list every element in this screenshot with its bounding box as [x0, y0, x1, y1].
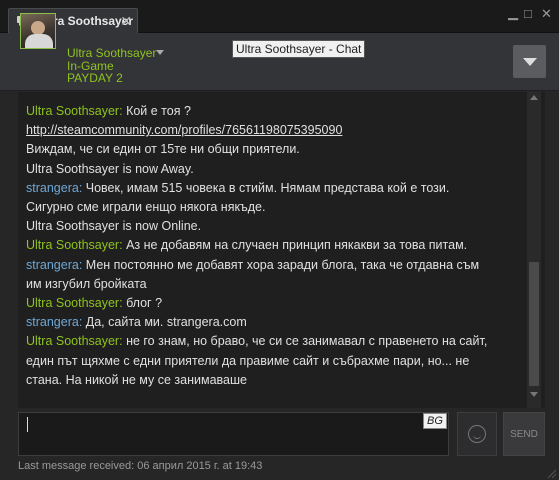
message-text: Сигурно сме играли енщо някога някъде.	[26, 200, 266, 215]
message-text: един път щяхме с едни приятели да правим…	[26, 353, 470, 368]
avatar[interactable]	[20, 13, 56, 49]
scroll-down-icon[interactable]	[530, 392, 538, 397]
chat-message: Ultra Soothsayer is now Online.	[26, 217, 526, 236]
chat-message: Ultra Soothsayer: Аз не добавям на случа…	[26, 236, 526, 255]
chat-menu-button[interactable]	[513, 45, 546, 78]
chat-message: Ultra Soothsayer: не го знам, но браво, …	[26, 332, 526, 351]
text-caret	[27, 417, 28, 432]
chat-message: strangera: Човек, имам 515 човека в стий…	[26, 179, 526, 198]
speaker-separator: :	[78, 180, 86, 195]
chat-log-panel: Ultra Soothsayer: Кой е тоя ? http://stea…	[18, 92, 545, 408]
message-speaker[interactable]: Ultra Soothsayer	[26, 238, 119, 252]
language-badge: BG	[423, 413, 447, 429]
message-text: не го знам, но браво, че си се занимавал…	[126, 334, 488, 349]
chat-message: стана. На никой не му се занимаваше	[26, 371, 526, 390]
scroll-up-icon[interactable]	[530, 95, 538, 100]
tab-close-icon[interactable]: ✕	[120, 14, 132, 28]
title-bar: Ultra Soothsayer ✕ ▁ □ ✕	[0, 0, 559, 33]
speaker-separator: :	[78, 315, 86, 330]
message-speaker[interactable]: strangera	[26, 181, 79, 195]
message-text: им изгубил бройката	[26, 276, 147, 291]
send-button[interactable]: SEND	[503, 412, 545, 456]
message-text: Да, сайта ми. strangera.com	[85, 315, 247, 330]
avatar-body	[25, 34, 53, 48]
message-text: Виждам, че си един от 15те ни общи прият…	[26, 142, 300, 157]
message-text: Мен постоянно ме добавят хора заради бло…	[85, 257, 480, 272]
chat-message: strangera: Да, сайта ми. strangera.com	[26, 313, 526, 332]
message-text: Кой е тоя ?	[126, 104, 191, 118]
friend-name[interactable]: Ultra Soothsayer	[67, 46, 156, 60]
message-input[interactable]	[18, 412, 449, 456]
chat-message: един път щяхме с едни приятели да правим…	[26, 352, 526, 371]
window-close-icon[interactable]: ✕	[541, 7, 552, 20]
friend-game: PAYDAY 2	[67, 71, 123, 85]
message-speaker[interactable]: Ultra Soothsayer	[26, 296, 119, 310]
chat-message: http://steamcommunity.com/profiles/76561…	[26, 121, 526, 140]
chat-message: Ultra Soothsayer: Кой е тоя ?	[26, 102, 526, 121]
message-text: Аз не добавям на случаен принцип някакви…	[126, 238, 468, 253]
chat-message: им изгубил бройката	[26, 275, 526, 294]
chat-message: Ultra Soothsayer: блог ?	[26, 294, 526, 313]
message-speaker[interactable]: strangera	[26, 315, 79, 329]
window-tooltip: Ultra Soothsayer - Chat	[232, 40, 366, 58]
message-text: блог ?	[126, 296, 163, 311]
chevron-down-icon[interactable]	[156, 50, 164, 55]
message-speaker[interactable]: Ultra Soothsayer	[26, 334, 119, 348]
maximize-icon[interactable]: □	[524, 7, 532, 20]
chat-scrollbar[interactable]	[527, 92, 541, 408]
chat-message: Ultra Soothsayer is now Away.	[26, 160, 526, 179]
resize-grip-icon[interactable]	[546, 468, 556, 478]
message-speaker[interactable]: strangera	[26, 258, 79, 272]
avatar-head	[31, 21, 45, 35]
chat-message: strangera: Мен постоянно ме добавят хора…	[26, 256, 526, 275]
chat-message: Виждам, че си един от 15те ни общи прият…	[26, 140, 526, 159]
smiley-icon	[468, 425, 486, 443]
scroll-thumb[interactable]	[529, 262, 539, 386]
message-text: стана. На никой не му се занимаваше	[26, 372, 247, 387]
message-text: Ultra Soothsayer is now Away.	[26, 161, 194, 176]
chevron-down-icon	[523, 58, 537, 66]
chat-message: Сигурно сме играли енщо някога някъде.	[26, 198, 526, 217]
emoticon-button[interactable]	[457, 412, 497, 456]
profile-link[interactable]: http://steamcommunity.com/profiles/76561…	[26, 123, 342, 137]
last-message-info: Last message received: 06 април 2015 г. …	[18, 460, 263, 472]
message-text: Ultra Soothsayer is now Online.	[26, 219, 202, 234]
chat-log: Ultra Soothsayer: Кой е тоя ? http://stea…	[26, 102, 526, 390]
message-text: Човек, имам 515 човека в стийм. Нямам пр…	[85, 180, 450, 195]
message-speaker[interactable]: Ultra Soothsayer	[26, 104, 119, 118]
speaker-separator: :	[78, 257, 86, 272]
minimize-icon[interactable]: ▁	[508, 6, 518, 19]
